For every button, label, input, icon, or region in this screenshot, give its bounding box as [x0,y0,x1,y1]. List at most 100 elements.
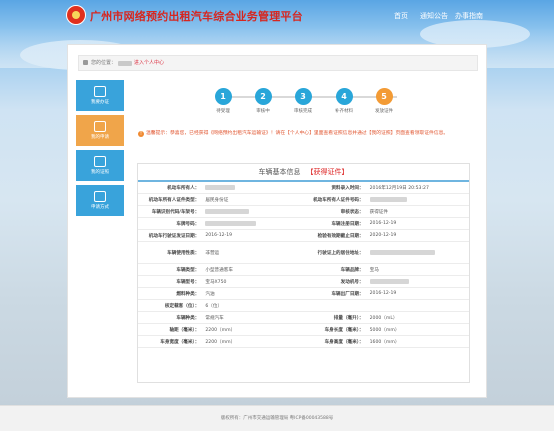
step-2: 2 审核中 [243,88,283,114]
field-value: 2000（mL） [366,311,469,324]
field-label: 燃料种类： [138,287,203,300]
home-icon [83,60,88,65]
field-label: 车辆出厂日期： [302,287,367,300]
notice-message: ! 温馨提示：恭喜您，已经获得《网络预约出租汽车运输证》！请在【个人中心】里面查看… [138,130,472,137]
field-value: 常规汽车 [202,311,303,324]
table-row: 机动车所有人： 资料录入时间： 2016年12月19日 20:53:27 [138,182,469,194]
step-number: 5 [375,88,393,105]
field-label: 检验有效期截止日期： [302,229,367,242]
field-value: 宝马X750 [202,275,303,288]
field-label: 车身高度（毫米）： [302,335,367,348]
field-label: 核定载客（位）： [138,299,203,312]
license-icon [94,156,106,167]
sidebar-item-label: 我的申请 [91,135,109,140]
field-label: 车辆类型： [138,263,203,276]
field-label: 机动车所有人证件号码： [302,193,367,206]
field-label: 审核状态： [302,205,367,218]
step-label: 发放证件 [375,109,393,114]
table-row: 车身宽度（毫米）： 2200（mm） 车身高度（毫米）： 1600（mm） [138,335,469,348]
field-label: 排量（毫升）： [302,311,367,324]
table-row: 车辆识别代码/车架号： 审核状态： 获得证件 [138,205,469,218]
breadcrumb: 您的位置： 进入个人中心 [78,55,478,71]
field-value: 2016-12-19 [366,287,469,300]
step-label: 补齐材料 [335,109,353,114]
field-value: 宝马 [366,263,469,276]
field-value: 获得证件 [366,205,469,218]
table-row: 车辆类型： 小型普通客车 车辆品牌： 宝马 [138,263,469,276]
edit-icon [94,121,106,132]
field-value: 2016-12-19 [366,217,469,230]
vehicle-info-card: 车辆基本信息 【获得证件】 机动车所有人： 资料录入时间： 2016年12月19日 2… [137,163,470,383]
field-label: 车辆注册日期： [302,217,367,230]
field-label: 车辆型号： [138,275,203,288]
step-4: 4 补齐材料 [324,88,364,114]
step-5: 5 发放证件 [364,88,404,114]
field-value: 2016-12-19 [202,229,303,242]
field-label: 机动车所有人证件类型： [138,193,203,206]
field-label: 车身长度（毫米）： [302,323,367,336]
field-label: 机动车所有人： [138,182,203,194]
sidebar-item-my-licenses[interactable]: 我的证照 [76,150,124,181]
redacted-value [205,208,250,214]
step-number: 1 [214,88,232,105]
table-row: 车辆使用性质： 非营运 行驶证上的居住地址： [138,241,469,264]
status-badge: 【获得证件】 [306,168,349,176]
sidebar-item-label: 申请方式 [91,205,109,210]
field-label: 车辆识别代码/车架号： [138,205,203,218]
field-value: 2016年12月19日 20:53:27 [366,182,469,194]
step-3: 3 审核完成 [283,88,323,114]
warning-icon: ! [138,131,144,137]
field-label: 行驶证上的居住地址： [302,241,367,264]
field-label: 资料录入时间： [302,182,367,194]
step-1: 1 待受理 [203,88,243,114]
nav-notices[interactable]: 通知公告 [420,11,448,21]
field-label: 车牌号码： [138,217,203,230]
site-logo-icon [66,5,86,25]
redacted-value [205,220,257,226]
document-icon [94,86,106,97]
breadcrumb-prefix: 您的位置： [91,60,117,66]
field-label: 机动车行驶证发证日期： [138,229,203,242]
step-label: 审核完成 [294,109,312,114]
step-label: 审核中 [256,109,270,114]
field-value: 2020-12-19 [366,229,469,242]
site-title: 广州市网络预约出租汽车综合业务管理平台 [90,10,303,23]
field-label: 车辆品牌： [302,263,367,276]
field-value [366,275,469,288]
table-row: 车辆型号： 宝马X750 发动机号： [138,275,469,288]
redacted-value [369,278,409,284]
sidebar-item-apply-method[interactable]: 申请方式 [76,185,124,216]
field-value: 6（位） [202,299,303,312]
field-value [366,241,469,264]
table-row: 车牌号码： 车辆注册日期： 2016-12-19 [138,217,469,230]
vehicle-info-title: 车辆基本信息 [258,168,301,176]
step-number: 2 [254,88,272,105]
field-label: 发动机号： [302,275,367,288]
vehicle-info-header: 车辆基本信息 【获得证件】 [138,164,469,182]
redacted-value [369,196,407,202]
progress-steps: 1 待受理 2 审核中 3 审核完成 4 补齐材料 5 发放证件 [207,88,427,118]
nav-guide[interactable]: 办事指南 [455,11,483,21]
sidebar-item-label: 我的证照 [91,170,109,175]
field-value [202,205,303,218]
list-icon [94,191,106,202]
sidebar-item-my-applications[interactable]: 我的申请 [76,115,124,146]
field-value [202,217,303,230]
field-value: 汽油 [202,287,303,300]
field-label [302,299,367,312]
breadcrumb-current[interactable]: 进入个人中心 [134,60,164,66]
nav-home[interactable]: 首页 [394,11,408,21]
site-header: 广州市网络预约出租汽车综合业务管理平台 首页 通知公告 办事指南 [0,0,554,30]
table-row: 机动车行驶证发证日期： 2016-12-19 检验有效期截止日期： 2020-12-1… [138,229,469,242]
step-number: 3 [294,88,312,105]
table-row: 机动车所有人证件类型： 居民身份证 机动车所有人证件号码： [138,193,469,206]
sidebar-item-label: 我要办证 [91,100,109,105]
vehicle-info-table: 机动车所有人： 资料录入时间： 2016年12月19日 20:53:27 机动车所有人… [138,182,469,348]
site-footer: 版权所有：广州市交通运输管理局 粤ICP备00043588号 [0,405,554,431]
table-row: 轴距（毫米）： 2200（mm） 车身长度（毫米）： 5000（mm） [138,323,469,336]
table-row: 车辆种类： 常规汽车 排量（毫升）： 2000（mL） [138,311,469,324]
field-value: 小型普通客车 [202,263,303,276]
step-number: 4 [335,88,353,105]
field-label: 车身宽度（毫米）： [138,335,203,348]
sidebar-item-apply[interactable]: 我要办证 [76,80,124,111]
